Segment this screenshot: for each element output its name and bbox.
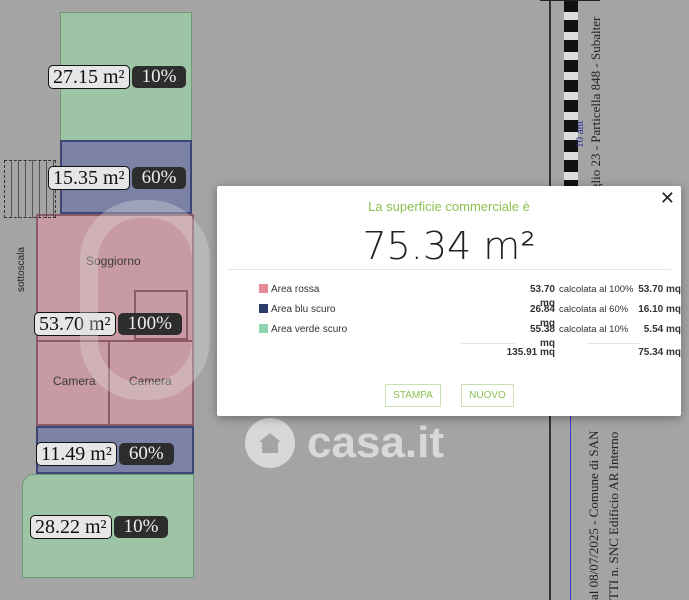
area-percent: 10% [131,66,187,88]
area-row: Area blu scuro 26.84 mq calcolata al 60%… [259,303,681,329]
dialog-title: La superficie commerciale è [368,199,530,214]
area-value: 11.49 m² [36,442,117,466]
area-row: Area rossa 53.70 mq calcolata al 100% 53… [259,283,681,309]
plan-side-text: glio 23 - Particella 848 - Subalter [588,16,603,190]
total-area-value: 75.34 m² [362,224,536,268]
swatch-green [259,324,268,333]
commercial-area-dialog: ✕ La superficie commerciale è 75.34 m² A… [217,186,681,416]
totals-row: 135.91 mq 75.34 mq [259,346,681,360]
total-mq: 135.91 mq [506,347,555,358]
area-percent: 60% [118,443,174,465]
plan-side-text: al 08/07/2025 - Comune di SAN [586,430,601,600]
new-button[interactable]: NUOVO [461,384,514,407]
area-calc: calcolata al 60% [559,304,629,315]
area-calc: calcolata al 100% [559,284,634,295]
watermark: casa.it [245,418,444,468]
plan-line [564,0,578,190]
area-label: Area rossa [271,284,320,295]
swatch-blue [259,304,268,313]
divider [587,343,639,344]
area-calc: calcolata al 10% [559,324,629,335]
plan-line [570,416,571,600]
area-result: 53.70 mq [638,284,681,295]
area-label: Area verde scuro [271,324,348,335]
area-value: 15.35 m² [48,166,130,190]
area-percent: 60% [131,167,187,189]
watermark-text: casa.it [307,418,444,467]
area-value: 28.22 m² [30,515,112,539]
room-label: sottoscala [16,246,27,292]
divider [461,343,515,344]
print-button[interactable]: STAMPA [385,384,441,407]
swatch-red [259,284,268,293]
area-percent: 10% [113,516,169,538]
total-result: 75.34 mq [638,347,681,358]
area-result: 16.10 mq [638,304,681,315]
house-icon [245,418,295,468]
area-tag: 11.49 m² 60% [36,442,174,466]
area-value: 27.15 m² [48,65,130,89]
plan-side-text: 10 ant [574,120,586,148]
area-row: Area verde scuro 55.38 mq calcolata al 1… [259,323,681,349]
area-tag: 28.22 m² 10% [30,515,169,539]
area-label: Area blu scuro [271,304,336,315]
plan-side-text: TTI n. SNC Edificio AR Interno [606,431,621,600]
room-label: Camera [53,374,96,388]
area-result: 5.54 mq [643,324,681,335]
area-tag: 27.15 m² 10% [48,65,187,89]
plan-line [540,0,600,1]
area-tag: 15.35 m² 60% [48,166,187,190]
watermark-g [80,200,210,400]
divider [227,269,671,270]
